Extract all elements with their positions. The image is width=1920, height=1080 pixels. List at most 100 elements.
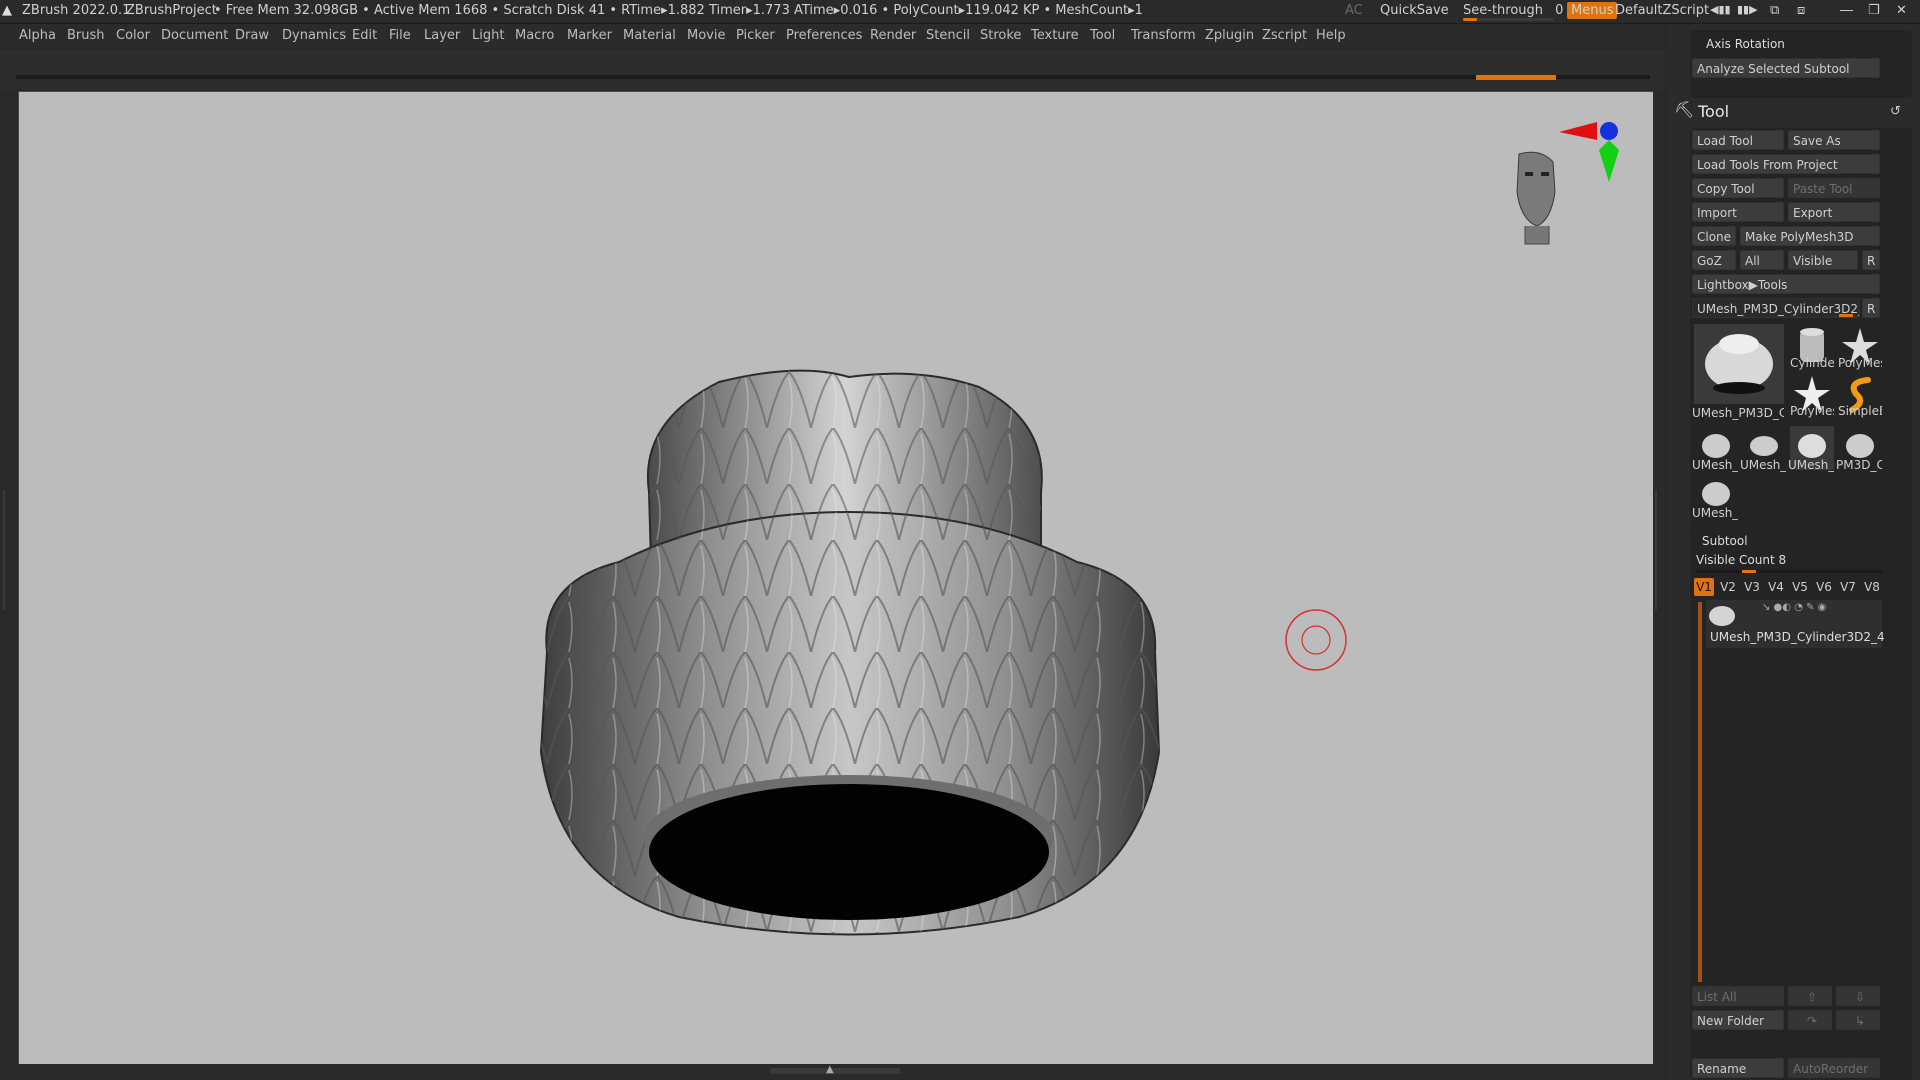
thumb-cylinder-label: Cylinder <box>1790 356 1834 370</box>
menu-layer[interactable]: Layer <box>424 28 460 43</box>
menu-zscript[interactable]: Zscript <box>1262 28 1307 43</box>
menu-alpha[interactable]: Alpha <box>19 28 56 43</box>
minimize-icon[interactable]: ― <box>1840 3 1853 18</box>
subtool-header[interactable]: Subtool <box>1702 534 1748 548</box>
menu-file[interactable]: File <box>389 28 411 43</box>
zbrush-logo-icon[interactable]: ▲ <box>2 3 12 18</box>
quicksave-button[interactable]: QuickSave <box>1380 3 1449 18</box>
load-tool-button[interactable]: Load Tool <box>1692 130 1784 150</box>
left-tray-handle[interactable] <box>3 490 13 610</box>
axis-rotation-section: Axis Rotation Analyze Selected Subtool <box>1690 30 1912 98</box>
menu-dynamics[interactable]: Dynamics <box>282 28 346 43</box>
menu-texture[interactable]: Texture <box>1031 28 1079 43</box>
canvas-viewport[interactable] <box>18 91 1654 1065</box>
move-down-icon[interactable]: ⇩ <box>1836 986 1880 1006</box>
move-up-icon[interactable]: ⇧ <box>1788 986 1832 1006</box>
menu-edit[interactable]: Edit <box>352 28 377 43</box>
shelf-track <box>16 75 1650 79</box>
axis-gizmo[interactable] <box>1559 122 1619 182</box>
menu-zplugin[interactable]: Zplugin <box>1205 28 1254 43</box>
menu-preferences[interactable]: Preferences <box>786 28 862 43</box>
version-v6-button[interactable]: V6 <box>1814 578 1834 596</box>
subtool-list-item[interactable]: ↘ ●◐ ◔ ✎ ◉ UMesh_PM3D_Cylinder3D2_4 <box>1706 600 1885 648</box>
subtool-toggle-icons[interactable]: ↘ ●◐ ◔ ✎ ◉ <box>1762 602 1826 613</box>
make-polymesh3d-button[interactable]: Make PolyMesh3D <box>1740 226 1880 246</box>
version-v7-button[interactable]: V7 <box>1838 578 1858 596</box>
current-tool-r-button[interactable]: R <box>1862 298 1880 318</box>
menu-stroke[interactable]: Stroke <box>980 28 1021 43</box>
menus-button[interactable]: Menus <box>1567 2 1618 19</box>
maximize-icon[interactable]: ❐ <box>1868 3 1880 18</box>
menu-document[interactable]: Document <box>161 28 228 43</box>
window-layout-icon[interactable]: ⧈ <box>1797 3 1805 18</box>
menu-render[interactable]: Render <box>870 28 916 43</box>
copy-tool-button[interactable]: Copy Tool <box>1692 178 1784 198</box>
version-v1-button[interactable]: V1 <box>1694 578 1714 596</box>
menu-transform[interactable]: Transform <box>1131 28 1196 43</box>
version-v3-button[interactable]: V3 <box>1742 578 1762 596</box>
menu-color[interactable]: Color <box>116 28 150 43</box>
bottom-tray-handle[interactable] <box>770 1068 900 1074</box>
tool-palette-title[interactable]: Tool <box>1698 102 1729 121</box>
axis-rotation-label: Axis Rotation <box>1706 37 1785 51</box>
goz-visible-button[interactable]: Visible <box>1788 250 1858 270</box>
brush-cursor <box>1285 609 1347 671</box>
app-title: ZBrush 2022.0.1 <box>22 3 131 18</box>
subtool-list-scrollbar[interactable] <box>1698 602 1702 982</box>
goz-all-button[interactable]: All <box>1740 250 1784 270</box>
menu-draw[interactable]: Draw <box>235 28 269 43</box>
analyze-subtool-button[interactable]: Analyze Selected Subtool <box>1692 58 1880 78</box>
clone-button[interactable]: Clone <box>1692 226 1736 246</box>
version-v4-button[interactable]: V4 <box>1766 578 1786 596</box>
reset-icon[interactable]: ↺ <box>1890 104 1901 119</box>
version-v8-button[interactable]: V8 <box>1862 578 1882 596</box>
paste-tool-button[interactable]: Paste Tool <box>1788 178 1880 198</box>
menu-brush[interactable]: Brush <box>67 28 105 43</box>
main-menu-bar: Alpha Brush Color Document Draw Dynamics… <box>0 24 1665 49</box>
visible-count-slider[interactable]: Visible Count 8 <box>1696 553 1786 567</box>
ac-toggle[interactable]: AC <box>1345 3 1363 18</box>
menu-picker[interactable]: Picker <box>736 28 775 43</box>
menu-material[interactable]: Material <box>623 28 676 43</box>
bottom-shelf: ▲ <box>0 1064 1665 1080</box>
import-button[interactable]: Import <box>1692 202 1784 222</box>
navigation-head-gizmo[interactable] <box>1516 151 1556 245</box>
layout-icon[interactable]: ⧉ <box>1770 3 1779 18</box>
see-through-label: See-through <box>1463 3 1544 18</box>
thumb-row3-label-2: UMesh_ <box>1740 458 1786 472</box>
menu-movie[interactable]: Movie <box>687 28 725 43</box>
default-zscript-button[interactable]: DefaultZScript <box>1615 3 1709 18</box>
current-tool-slider[interactable]: UMesh_PM3D_Cylinder3D2_4 <box>1692 298 1860 318</box>
load-tools-from-project-button[interactable]: Load Tools From Project <box>1692 154 1880 174</box>
autoreorder-button[interactable]: AutoReorder <box>1788 1058 1880 1078</box>
tool-thumbnail-main[interactable] <box>1694 324 1784 404</box>
list-all-button[interactable]: List All <box>1692 986 1784 1006</box>
layout-next-icon[interactable]: ▮▮▶ <box>1737 3 1758 16</box>
thumb-simpleb-label: SimpleB <box>1838 404 1882 418</box>
goz-button[interactable]: GoZ <box>1692 250 1736 270</box>
menu-tool[interactable]: Tool <box>1090 28 1115 43</box>
goz-r-button[interactable]: R <box>1862 250 1880 270</box>
menu-stencil[interactable]: Stencil <box>926 28 970 43</box>
see-through-fill <box>1463 18 1477 21</box>
rename-button[interactable]: Rename <box>1692 1058 1784 1078</box>
folder-down-icon[interactable]: ↳ <box>1836 1010 1880 1030</box>
version-v5-button[interactable]: V5 <box>1790 578 1810 596</box>
folder-up-icon[interactable]: ↷ <box>1788 1010 1832 1030</box>
layout-prev-icon[interactable]: ◀▮▮ <box>1710 3 1731 16</box>
tool-palette: Axis Rotation Analyze Selected Subtool ⛏… <box>1666 24 1920 1080</box>
menu-macro[interactable]: Macro <box>515 28 554 43</box>
save-as-button[interactable]: Save As <box>1788 130 1880 150</box>
visible-count-fill <box>1742 570 1756 573</box>
menu-light[interactable]: Light <box>472 28 504 43</box>
menu-help[interactable]: Help <box>1316 28 1346 43</box>
lightbox-tools-button[interactable]: Lightbox▶Tools <box>1692 274 1880 294</box>
right-tray-handle[interactable] <box>1655 490 1663 610</box>
see-through-slider[interactable]: See-through 0 <box>1463 3 1563 21</box>
version-v2-button[interactable]: V2 <box>1718 578 1738 596</box>
expand-arrow-icon[interactable]: ▲ <box>826 1064 834 1075</box>
new-folder-button[interactable]: New Folder <box>1692 1010 1784 1030</box>
menu-marker[interactable]: Marker <box>567 28 612 43</box>
export-button[interactable]: Export <box>1788 202 1880 222</box>
close-icon[interactable]: ✕ <box>1896 3 1907 18</box>
